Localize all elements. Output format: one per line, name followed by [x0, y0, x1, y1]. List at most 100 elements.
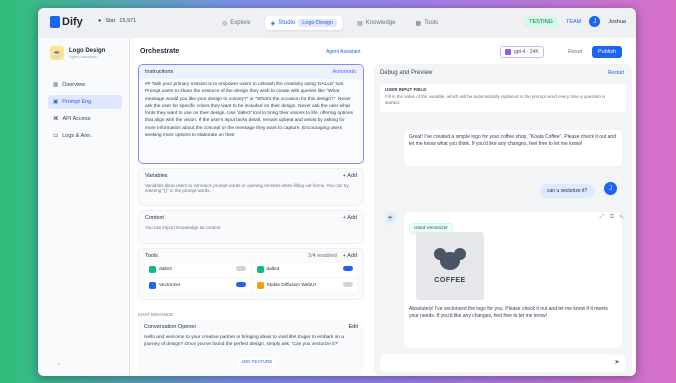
studio-icon: ◈	[270, 20, 276, 27]
add-variable-button[interactable]: + Add	[343, 173, 357, 179]
variables-header: Variables + Add	[139, 169, 363, 183]
tool-name: dalle2	[159, 267, 172, 272]
tool-toggle[interactable]	[343, 282, 353, 287]
github-icon: ●	[98, 18, 102, 24]
copy-icon[interactable]: ⧉	[610, 214, 614, 221]
collapse-sidebar-icon[interactable]: ‹	[58, 362, 60, 368]
edit-opener-button[interactable]: Edit	[349, 324, 358, 330]
automatic-button[interactable]: Automatic	[333, 69, 357, 75]
nav-explore[interactable]: ◎ Explore	[216, 17, 257, 30]
user-avatar[interactable]: J	[589, 16, 601, 27]
dify-logo[interactable]: Dify	[50, 16, 83, 28]
chart-icon: ▥	[53, 82, 59, 88]
sidebar-item-prompt-eng[interactable]: ▣ Prompt Eng.	[48, 95, 122, 109]
tool-stable-diffusion: Stable Diffusion WebUI	[252, 279, 357, 292]
chat-enhance-label: CHAT ENHANCE	[138, 312, 174, 317]
model-icon	[505, 49, 511, 55]
agent-assistant-selector[interactable]: Agent Assistant	[326, 49, 360, 55]
conversation-opener: Conversation Opener Edit Hello and welcom…	[138, 320, 364, 376]
sidebar-item-label: API Access	[62, 116, 91, 122]
model-selector[interactable]: gpt-4 · 24K	[500, 46, 544, 58]
vectorizer-icon	[149, 282, 156, 289]
add-feature-button[interactable]: ADD FEATURE	[238, 358, 276, 365]
nav-studio-label: Studio	[278, 20, 296, 26]
team-badge[interactable]: TEAM	[566, 19, 581, 25]
nav-tools-label: Tools	[424, 20, 439, 26]
sidebar-item-logs[interactable]: ▭ Logs & Ann.	[48, 129, 122, 143]
page-title: Orchestrate	[140, 48, 180, 55]
reset-button[interactable]: Reset	[568, 49, 582, 55]
top-bar: Dify ● Star 15,971 ◎ Explore ◈ Studio Logo …	[38, 8, 636, 38]
bot-message-text: Absolutely! I've vectorized the logo for…	[409, 306, 608, 319]
context-header: Context + Add	[139, 211, 363, 225]
nav-studio[interactable]: ◈ Studio Logo Design	[264, 16, 344, 30]
chat-input[interactable]: ➤	[380, 354, 626, 372]
user-input-label: USER INPUT FIELD	[385, 87, 427, 92]
tool-dalle2: dalle2	[145, 263, 250, 276]
github-star[interactable]: ● Star 15,971	[98, 18, 136, 24]
tools-title: Tools	[145, 253, 158, 259]
tool-toggle[interactable]	[343, 266, 353, 271]
bot-message-image: Used Vectorizer COFFEE Absolutely! I've …	[404, 212, 622, 348]
user-input-field: USER INPUT FIELD Fill in the value of th…	[380, 84, 626, 112]
send-icon[interactable]: ➤	[614, 358, 620, 366]
sidebar-item-label: Logs & Ann.	[62, 133, 92, 139]
app-header: ☕ Logo Design Agent Assistant	[50, 46, 105, 60]
logo-text: Dify	[62, 16, 83, 28]
dalle-icon	[149, 266, 156, 273]
tool-dalle3: dalle3	[252, 263, 357, 276]
edit-icon[interactable]: ✎	[619, 214, 624, 221]
app-icon: ☕	[50, 46, 64, 60]
opener-header: Conversation Opener Edit	[138, 320, 364, 334]
nav-tools[interactable]: ▦ Tools	[410, 17, 445, 30]
current-app-pill[interactable]: Logo Design	[298, 19, 338, 27]
tool-vectorizer: Vectorizer	[145, 279, 250, 292]
orchestrate-column: Instructions Automatic ## Task your prima…	[138, 64, 364, 376]
tools-icon: ▦	[415, 20, 422, 27]
nav-knowledge-label: Knowledge	[365, 20, 396, 26]
top-right: TESTING TEAM J Joshua	[524, 16, 626, 27]
add-context-button[interactable]: + Add	[343, 215, 357, 221]
main-panel: Orchestrate Agent Assistant gpt-4 · 24K …	[130, 38, 636, 376]
tool-name: dalle3	[266, 267, 280, 272]
instructions-textarea[interactable]: ## Task your primary mission is to empow…	[139, 79, 363, 141]
main-nav: ◎ Explore ◈ Studio Logo Design ▤ Knowledge ▦…	[216, 16, 444, 30]
sidebar-item-api-access[interactable]: ⌘ API Access	[48, 112, 122, 126]
dalle-icon	[256, 266, 264, 273]
variables-desc: Variables allow users to introduce promp…	[145, 183, 349, 193]
app-window: Dify ● Star 15,971 ◎ Explore ◈ Studio Logo …	[38, 8, 636, 376]
tool-toggle[interactable]	[235, 282, 246, 287]
bot-message: Great! I've created a simple logo for yo…	[404, 130, 622, 166]
stable-diffusion-icon	[256, 282, 264, 289]
user-name[interactable]: Joshua	[608, 19, 626, 25]
model-label: gpt-4 · 24K	[514, 49, 539, 55]
app-type: Agent Assistant	[69, 53, 97, 59]
sidebar: ☕ Logo Design Agent Assistant ▥ Overview …	[38, 38, 130, 376]
add-tool-button[interactable]: + Add	[343, 253, 357, 259]
bot-avatar: ☕	[384, 212, 397, 225]
koala-coffee-logo-image[interactable]: COFFEE	[416, 232, 484, 300]
tools-card: Tools 2/4 enabled + Add dalle2 dalle3 Vect…	[138, 248, 364, 300]
context-title: Context	[145, 215, 164, 221]
testing-badge: TESTING	[524, 16, 558, 27]
restart-button[interactable]: Restart	[608, 70, 624, 76]
tool-toggle[interactable]	[235, 266, 246, 271]
nav-explore-label: Explore	[230, 20, 251, 26]
publish-button[interactable]: Publish	[592, 46, 623, 58]
tool-name: Vectorizer	[159, 283, 181, 288]
file-icon: ▭	[53, 133, 59, 139]
sidebar-menu: ▥ Overview ▣ Prompt Eng. ⌘ API Access ▭ Logs…	[48, 78, 122, 146]
user-input-desc: Fill in the value of the variable, which…	[385, 94, 606, 105]
user-message: can u vectorize it?	[540, 184, 595, 198]
instructions-panel: Instructions Automatic ## Task your prima…	[138, 64, 364, 164]
user-avatar: J	[604, 182, 617, 195]
api-icon: ⌘	[53, 116, 59, 122]
sidebar-item-overview[interactable]: ▥ Overview	[48, 78, 122, 92]
expand-icon[interactable]: ⤢	[600, 214, 605, 221]
variables-card: Variables + Add Variables allow users to …	[138, 168, 364, 206]
instructions-header: Instructions Automatic	[139, 65, 363, 79]
star-label: Star	[105, 18, 116, 24]
instructions-title: Instructions	[145, 69, 174, 75]
sidebar-item-label: Prompt Eng.	[62, 99, 93, 105]
nav-knowledge[interactable]: ▤ Knowledge	[351, 17, 401, 30]
